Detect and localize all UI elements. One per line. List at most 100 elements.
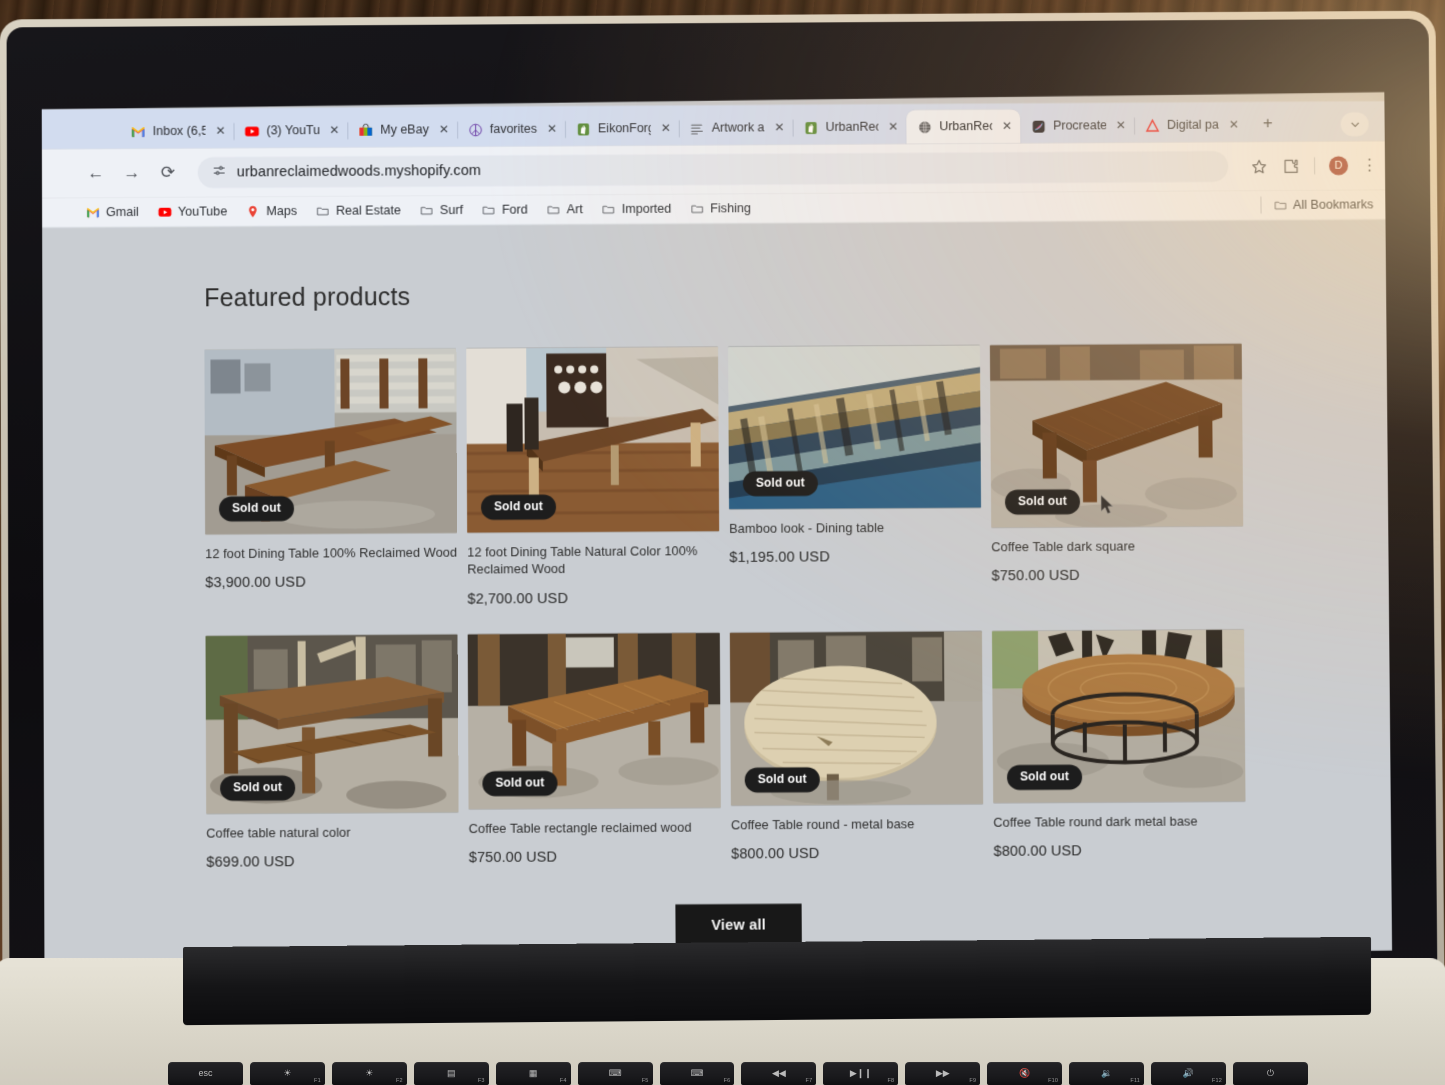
bookmark-maps[interactable]: Maps [246,204,297,218]
product-image[interactable]: Sold out [729,630,984,806]
key-f12[interactable]: 🔊 F12 [1151,1062,1226,1085]
laptop-screen: Inbox (6,5 ✕ (3) YouTu ✕ My eBay ✕ favor… [41,92,1393,968]
tab-title: EikonForg [597,121,651,136]
tab-title: Procreate [1052,118,1106,134]
bookmark-gmail[interactable]: Gmail [86,205,139,219]
new-tab-button[interactable]: + [1255,111,1281,137]
key-fnum: F7 [805,1078,813,1084]
key-glyph: ⌨ [608,1068,622,1078]
close-icon[interactable]: ✕ [661,121,671,135]
key-f4[interactable]: ▦ F4 [495,1062,571,1085]
bookmark-art[interactable]: Art [547,202,583,216]
product-image[interactable]: Sold out [204,348,458,535]
product-name[interactable]: 12 foot Dining Table 100% Reclaimed Wood [205,544,457,563]
product-name[interactable]: Coffee Table rectangle reclaimed wood [469,818,721,837]
tab-strip-actions [1340,112,1385,141]
key-glyph: ▶▶ [935,1068,950,1078]
product-image[interactable]: Sold out [466,346,720,534]
tune-icon[interactable] [212,162,227,182]
product-image[interactable]: Sold out [205,633,459,814]
product-name[interactable]: Coffee Table dark square [991,537,1243,556]
key-f10[interactable]: 🔇 F10 [987,1062,1063,1085]
address-bar-url[interactable]: urbanreclaimedwoods.myshopify.com [237,163,482,180]
key-fnum: F9 [969,1078,977,1084]
close-icon[interactable]: ✕ [774,121,784,135]
product-card[interactable]: Sold out Bamboo look - Dining table $1,1… [728,344,982,606]
browser-tab-active[interactable]: UrbanRec ✕ [906,109,1021,144]
address-bar[interactable]: urbanreclaimedwoods.myshopify.com [197,150,1229,189]
tab-title: Digital pa [1166,118,1219,133]
browser-tab[interactable]: EikonForg ✕ [565,111,679,146]
product-price: $750.00 USD [991,568,1080,586]
key-power[interactable]: ⏻ [1232,1062,1308,1085]
maps-pin-icon [246,204,260,218]
key-esc[interactable]: esc [168,1062,243,1085]
bookmark-label: Maps [266,203,297,219]
product-card[interactable]: Sold out 12 foot Dining Table Natural Co… [466,346,720,608]
browser-tab[interactable]: Artwork a ✕ [679,111,793,146]
all-bookmarks-label: All Bookmarks [1292,197,1374,212]
product-image[interactable]: Sold out [989,343,1244,528]
kebab-menu-icon[interactable]: ⋮ [1362,157,1377,174]
bookmark-surf[interactable]: Surf [420,203,463,217]
product-card[interactable]: Sold out Coffee Table dark square $750.0… [989,343,1244,604]
bookmark-youtube[interactable]: YouTube [158,204,227,219]
key-f9[interactable]: ▶▶ F9 [905,1062,981,1085]
bookmark-ford[interactable]: Ford [482,203,528,217]
bookmark-fishing[interactable]: Fishing [690,201,751,215]
back-button[interactable]: ← [86,164,106,183]
browser-tab[interactable]: (3) YouTu ✕ [233,113,347,148]
key-f5[interactable]: ⌨ F5 [577,1062,653,1085]
browser-tab[interactable]: My eBay ✕ [347,113,457,148]
product-card[interactable]: Sold out Coffee Table rectangle reclaime… [467,632,722,869]
browser-tab[interactable]: Digital pa ✕ [1134,108,1247,143]
star-icon[interactable] [1250,157,1268,175]
browser-tab[interactable]: Procreate ✕ [1020,109,1134,144]
product-card[interactable]: Sold out Coffee Table round dark metal b… [991,628,1246,866]
bookmark-imported[interactable]: Imported [602,202,671,216]
product-card[interactable]: Sold out Coffee table natural color $699… [205,633,459,871]
status-badge: Sold out [480,494,556,520]
close-icon[interactable]: ✕ [547,122,557,136]
key-glyph: ⌨ [690,1068,704,1078]
product-name[interactable]: 12 foot Dining Table Natural Color 100% … [467,542,719,578]
product-card[interactable]: Sold out 12 foot Dining Table 100% Recla… [204,348,457,609]
key-f8[interactable]: ▶❙❙ F8 [823,1062,899,1085]
close-icon[interactable]: ✕ [329,123,339,137]
key-f2[interactable]: ☀ F2 [331,1062,407,1085]
close-icon[interactable]: ✕ [439,123,449,137]
tab-title: Inbox (6,5 [152,124,206,139]
product-name[interactable]: Bamboo look - Dining table [729,519,981,538]
bookmark-real-estate[interactable]: Real Estate [316,203,401,218]
product-card[interactable]: Sold out Coffee Table round - metal base… [729,630,984,867]
close-icon[interactable]: ✕ [215,124,225,138]
product-image[interactable]: Sold out [728,344,982,510]
product-image[interactable]: Sold out [991,628,1246,803]
key-f1[interactable]: ☀ F1 [249,1062,325,1085]
close-icon[interactable]: ✕ [888,120,898,134]
chevron-down-icon[interactable] [1340,112,1369,137]
bookmarks-divider [1259,196,1262,214]
browser-tab[interactable]: Inbox (6,5 ✕ [120,114,234,149]
close-icon[interactable]: ✕ [1229,118,1239,132]
key-glyph: 🔉 [1100,1068,1113,1078]
avatar[interactable]: D [1328,156,1349,176]
key-f3[interactable]: ▤ F3 [413,1062,489,1085]
product-name[interactable]: Coffee Table round dark metal base [993,812,1245,831]
key-f6[interactable]: ⌨ F6 [659,1062,735,1085]
close-icon[interactable]: ✕ [1002,119,1012,133]
browser-tab[interactable]: UrbanRec ✕ [792,110,906,145]
key-f7[interactable]: ◀◀ F7 [741,1062,817,1085]
product-name[interactable]: Coffee Table round - metal base [731,815,983,834]
forward-button[interactable]: → [122,164,142,183]
product-image[interactable]: Sold out [467,632,721,809]
shopify-icon [576,121,591,136]
close-icon[interactable]: ✕ [1116,119,1126,133]
product-name[interactable]: Coffee table natural color [206,823,458,842]
reload-button[interactable]: ⟳ [158,163,178,182]
browser-tab[interactable]: favorites ✕ [457,112,565,147]
puzzle-icon[interactable] [1282,157,1300,175]
all-bookmarks-button[interactable]: All Bookmarks [1273,197,1373,212]
lines-icon [690,121,705,136]
key-f11[interactable]: 🔉 F11 [1069,1062,1145,1085]
